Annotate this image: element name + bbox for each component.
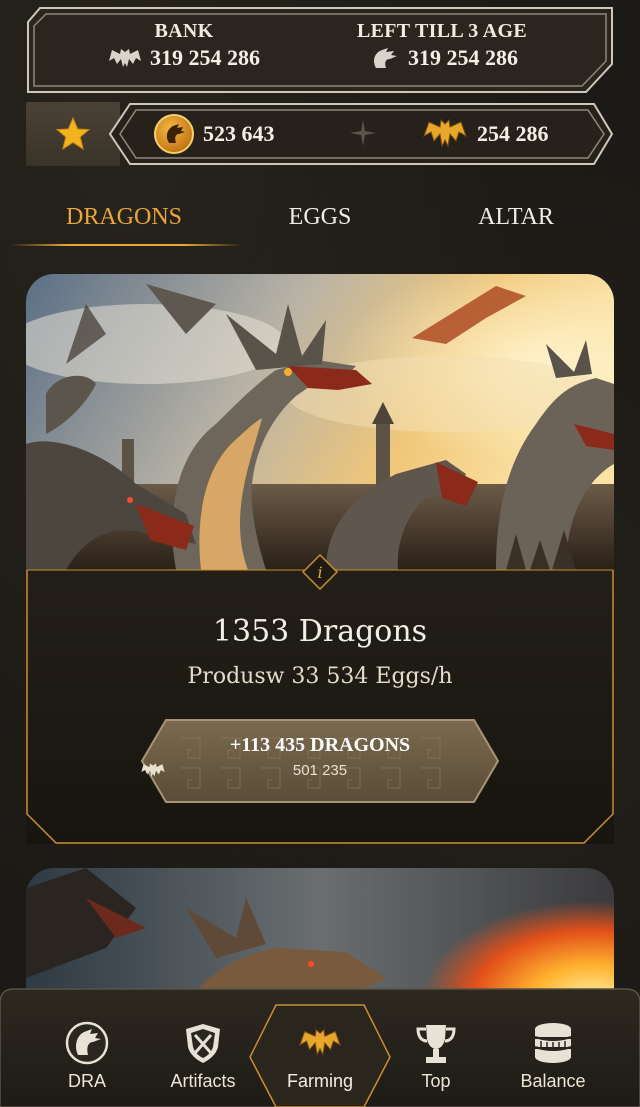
dragon-head-icon <box>374 48 397 68</box>
info-icon[interactable]: i <box>302 554 338 590</box>
tab-bar: DRAGONS EGGS ALTAR <box>0 196 640 252</box>
favorites-button[interactable] <box>26 102 120 166</box>
nav-dra[interactable]: DRA <box>32 1021 142 1092</box>
coin-value: 523 643 <box>203 121 275 146</box>
wing-value: 254 286 <box>477 121 549 146</box>
golden-wings-icon <box>423 118 467 148</box>
svg-text:i: i <box>317 563 322 582</box>
dragon-wings-icon <box>141 763 165 777</box>
nav-farming[interactable]: Farming <box>265 1021 375 1092</box>
dragon-coin-icon <box>154 114 194 154</box>
production-rate: Produsw 33 534 Eggs/h <box>187 664 453 689</box>
nav-top[interactable]: Top <box>381 1021 491 1092</box>
tab-altar[interactable]: ALTAR <box>416 204 616 231</box>
star-icon <box>55 116 91 151</box>
stats-bar: BANK 319 254 286 LEFT TILL 3 AGE 319 254… <box>26 6 614 94</box>
bank-label: BANK <box>154 20 214 42</box>
age-label: LEFT TILL 3 AGE <box>357 20 527 42</box>
nav-top-label: Top <box>421 1071 451 1091</box>
tab-eggs[interactable]: EGGS <box>220 204 420 231</box>
dragons-card: i 1353 Dragons Produsw 33 534 Eggs/h +11… <box>26 274 614 844</box>
nav-balance-label: Balance <box>520 1071 586 1091</box>
claim-cost: 501 235 <box>140 762 500 779</box>
currency-bar: 523 643 254 286 <box>108 102 614 166</box>
nav-farming-label: Farming <box>286 1071 353 1091</box>
claim-dragons-button[interactable]: +113 435 DRAGONS 501 235 <box>140 718 500 804</box>
nav-artifacts[interactable]: Artifacts <box>148 1021 258 1092</box>
dragons-count: 1353 Dragons <box>212 614 428 649</box>
claim-label: +113 435 DRAGONS <box>229 734 411 756</box>
tab-dragons[interactable]: DRAGONS <box>24 204 224 231</box>
bank-stat: BANK 319 254 286 <box>64 20 304 71</box>
age-stat: LEFT TILL 3 AGE 319 254 286 <box>322 20 562 71</box>
dragon-wings-icon <box>299 1028 341 1057</box>
nav-artifacts-label: Artifacts <box>170 1071 236 1091</box>
dragon-wings-icon <box>109 49 141 67</box>
claim-cost-value: 501 235 <box>292 762 348 779</box>
active-tab-underline <box>10 244 242 246</box>
nav-dra-label: DRA <box>67 1071 106 1091</box>
nav-balance[interactable]: Balance <box>498 1021 608 1092</box>
bank-value: 319 254 286 <box>150 45 260 70</box>
shield-icon <box>186 1024 220 1063</box>
trophy-icon <box>416 1025 456 1063</box>
dragons-illustration <box>26 274 614 570</box>
dragon-coin-icon <box>65 1021 109 1065</box>
sparkle-divider-icon <box>350 120 376 146</box>
age-value: 319 254 286 <box>408 45 518 70</box>
bottom-nav: DRA Artifacts Farming Top Balance <box>0 985 640 1107</box>
coins-stack-icon <box>534 1023 572 1063</box>
